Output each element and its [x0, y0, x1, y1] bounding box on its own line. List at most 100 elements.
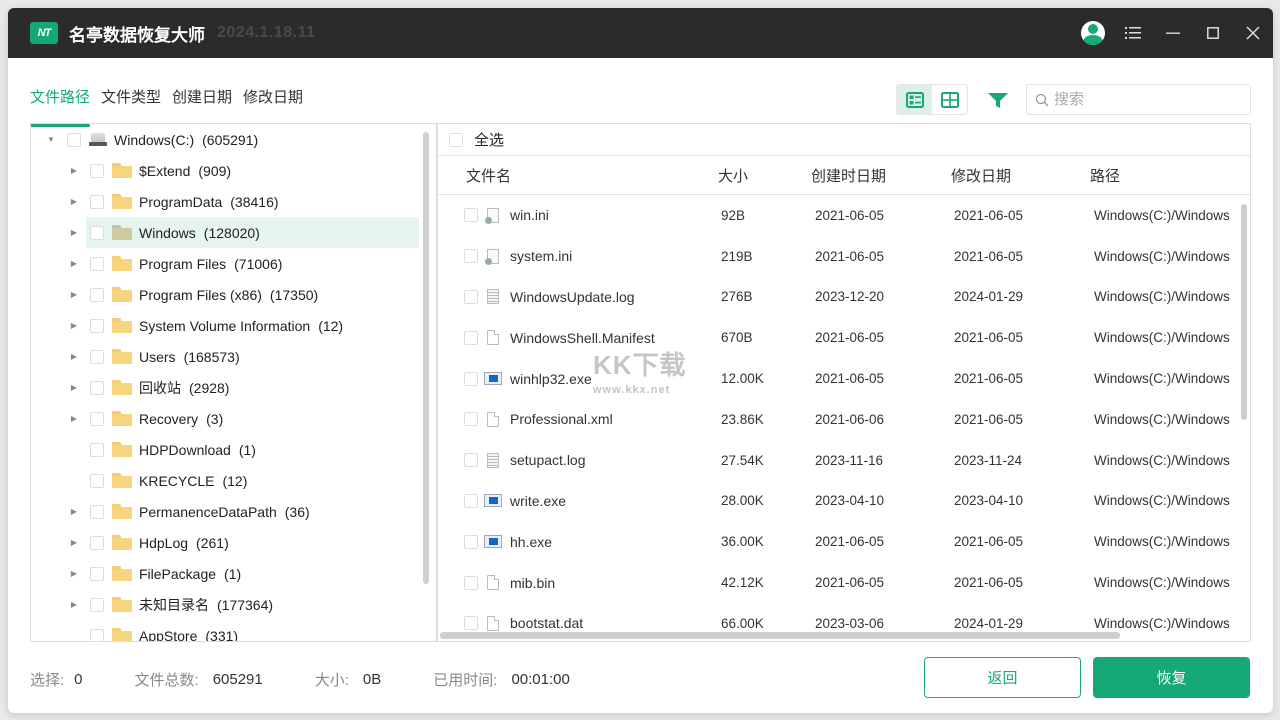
file-row[interactable]: hh.exe 36.00K 2021-06-05 2021-06-05 Windows(…	[438, 521, 1250, 562]
tree-root-drive[interactable]: ▼ Windows(C:) (605291)	[31, 124, 437, 155]
tree-checkbox[interactable]	[90, 597, 104, 612]
tab-created-date[interactable]: 创建日期	[172, 86, 232, 119]
file-checkbox[interactable]	[464, 534, 478, 549]
minimize-button[interactable]	[1153, 8, 1193, 58]
file-checkbox[interactable]	[464, 453, 478, 468]
column-header-created[interactable]: 创建时日期	[811, 165, 886, 186]
close-button[interactable]	[1233, 8, 1273, 58]
file-row[interactable]: write.exe 28.00K 2023-04-10 2023-04-10 Windo…	[438, 481, 1250, 522]
tree-checkbox[interactable]	[90, 287, 104, 302]
tree-item[interactable]: ▶ PermanenceDataPath (36)	[31, 496, 437, 527]
tree-checkbox[interactable]	[90, 535, 104, 550]
tree-item-count: (2928)	[189, 379, 230, 396]
file-row[interactable]: Professional.xml 23.86K 2021-06-06 2021-06-…	[438, 399, 1250, 440]
file-modified-date: 2024-01-29	[954, 615, 1024, 631]
tree-item[interactable]: ▶ 回收站 (2928)	[31, 372, 437, 403]
tree-item-label: PermanenceDataPath	[139, 503, 277, 520]
expand-arrow-icon[interactable]: ▶	[70, 352, 78, 361]
tree-checkbox[interactable]	[90, 380, 104, 395]
tree-item[interactable]: ▶ Program Files (x86) (17350)	[31, 279, 437, 310]
tab-file-path[interactable]: 文件路径	[30, 86, 91, 127]
select-all-checkbox[interactable]	[449, 132, 463, 147]
file-row[interactable]: setupact.log 27.54K 2023-11-16 2023-11-24 Wi…	[438, 440, 1250, 481]
file-name: win.ini	[510, 207, 549, 224]
tree-item[interactable]: ▶ ProgramData (38416)	[31, 186, 437, 217]
tree-checkbox[interactable]	[90, 225, 104, 240]
expand-arrow-icon[interactable]: ▶	[70, 383, 78, 392]
maximize-button[interactable]	[1193, 8, 1233, 58]
search-input[interactable]	[1054, 91, 1234, 108]
expand-arrow-icon[interactable]: ▶	[70, 414, 78, 423]
tree-checkbox[interactable]	[90, 256, 104, 271]
tree-checkbox[interactable]	[90, 349, 104, 364]
tree-checkbox[interactable]	[90, 194, 104, 209]
expand-arrow-icon[interactable]: ▶	[70, 166, 78, 175]
file-row[interactable]: mib.bin 42.12K 2021-06-05 2021-06-05 Windows…	[438, 562, 1250, 603]
tree-checkbox[interactable]	[90, 473, 104, 488]
tree-item[interactable]: HDPDownload (1)	[31, 434, 437, 465]
file-checkbox[interactable]	[464, 412, 478, 427]
tree-checkbox[interactable]	[90, 411, 104, 426]
file-checkbox[interactable]	[464, 575, 478, 590]
tree-item[interactable]: ▶ HdpLog (261)	[31, 527, 437, 558]
grid-view-button[interactable]	[932, 85, 967, 114]
expand-arrow-icon[interactable]: ▶	[70, 507, 78, 516]
file-checkbox[interactable]	[464, 371, 478, 386]
tab-modified-date[interactable]: 修改日期	[243, 86, 303, 119]
file-size: 219B	[721, 248, 753, 264]
tree-checkbox[interactable]	[90, 504, 104, 519]
tree-checkbox[interactable]	[90, 628, 104, 641]
expand-arrow-icon[interactable]: ▶	[70, 600, 78, 609]
tree-checkbox[interactable]	[90, 442, 104, 457]
expand-arrow-icon[interactable]: ▶	[70, 569, 78, 578]
file-checkbox[interactable]	[464, 289, 478, 304]
file-list-vertical-scrollbar[interactable]	[1241, 204, 1247, 420]
expand-arrow-icon[interactable]: ▶	[70, 538, 78, 547]
list-view-button[interactable]	[897, 85, 932, 114]
expand-arrow-icon[interactable]: ▶	[70, 228, 78, 237]
file-created-date: 2021-06-05	[815, 575, 885, 591]
tree-item[interactable]: ▶ $Extend (909)	[31, 155, 437, 186]
expand-arrow-icon[interactable]: ▶	[70, 259, 78, 268]
file-list-horizontal-scrollbar[interactable]	[440, 632, 1120, 639]
tree-checkbox[interactable]	[90, 163, 104, 178]
file-row[interactable]: WindowsShell.Manifest 670B 2021-06-05 2021-…	[438, 317, 1250, 358]
column-header-path[interactable]: 路径	[1090, 165, 1120, 186]
expand-arrow-icon[interactable]: ▶	[70, 197, 78, 206]
file-row[interactable]: WindowsUpdate.log 276B 2023-12-20 2024-01-2…	[438, 277, 1250, 318]
file-row[interactable]: win.ini 92B 2021-06-05 2021-06-05 Windows(C:…	[438, 195, 1250, 236]
column-header-modified[interactable]: 修改日期	[951, 165, 1011, 186]
menu-button[interactable]	[1113, 8, 1153, 58]
file-row[interactable]: system.ini 219B 2021-06-05 2021-06-05 Window…	[438, 236, 1250, 277]
file-checkbox[interactable]	[464, 330, 478, 345]
file-checkbox[interactable]	[464, 493, 478, 508]
column-header-size[interactable]: 大小	[718, 165, 748, 186]
filter-button[interactable]	[986, 90, 1010, 112]
tree-scrollbar[interactable]	[423, 132, 429, 584]
tree-item[interactable]: ▶ Program Files (71006)	[31, 248, 437, 279]
tree-item[interactable]: KRECYCLE (12)	[31, 465, 437, 496]
tree-item[interactable]: ▶ Windows (128020)	[31, 217, 437, 248]
file-checkbox[interactable]	[464, 616, 478, 631]
collapse-arrow-icon[interactable]: ▼	[47, 135, 55, 144]
file-row[interactable]: winhlp32.exe 12.00K 2021-06-05 2021-06-05 Wi…	[438, 358, 1250, 399]
file-checkbox[interactable]	[464, 208, 478, 223]
tree-item[interactable]: ▶ System Volume Information (12)	[31, 310, 437, 341]
tree-checkbox[interactable]	[67, 132, 81, 147]
file-name: setupact.log	[510, 452, 586, 469]
expand-arrow-icon[interactable]: ▶	[70, 321, 78, 330]
tree-item[interactable]: ▶ FilePackage (1)	[31, 558, 437, 589]
expand-arrow-icon[interactable]: ▶	[70, 290, 78, 299]
column-header-name[interactable]: 文件名	[466, 165, 511, 186]
tree-item[interactable]: AppStore (331)	[31, 620, 437, 641]
tree-item[interactable]: ▶ Users (168573)	[31, 341, 437, 372]
tree-checkbox[interactable]	[90, 318, 104, 333]
tab-file-type[interactable]: 文件类型	[101, 86, 161, 119]
tree-checkbox[interactable]	[90, 566, 104, 581]
tree-item[interactable]: ▶ Recovery (3)	[31, 403, 437, 434]
tree-item[interactable]: ▶ 未知目录名 (177364)	[31, 589, 437, 620]
file-checkbox[interactable]	[464, 249, 478, 264]
recover-button[interactable]: 恢复	[1093, 657, 1250, 698]
user-button[interactable]	[1073, 8, 1113, 58]
back-button[interactable]: 返回	[924, 657, 1081, 698]
